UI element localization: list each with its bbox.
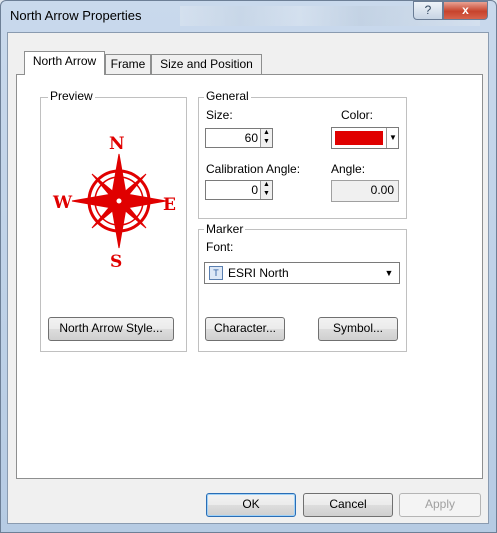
help-button[interactable]: ? — [413, 1, 443, 20]
general-group-label: General — [204, 89, 251, 103]
compass-s-label: S — [110, 252, 123, 272]
calibration-angle-spinner[interactable]: 0 ▲ ▼ — [205, 180, 273, 200]
spin-up-icon[interactable]: ▲ — [260, 181, 272, 190]
size-value: 60 — [244, 131, 258, 145]
color-label: Color: — [341, 108, 374, 122]
compass-n-label: N — [109, 134, 125, 154]
spin-down-icon[interactable]: ▼ — [260, 138, 272, 147]
angle-label: Angle: — [331, 162, 366, 176]
color-swatch — [335, 131, 383, 145]
color-picker[interactable]: ▼ — [331, 127, 399, 149]
marker-group-label: Marker — [204, 222, 246, 236]
font-select-value: ESRI North — [228, 266, 289, 280]
chevron-down-icon[interactable]: ▼ — [386, 128, 399, 148]
font-type-icon: T — [209, 266, 223, 280]
tab-north-arrow[interactable]: North Arrow — [24, 51, 105, 75]
tab-size-and-position[interactable]: Size and Position — [151, 54, 262, 74]
symbol-button[interactable]: Symbol... — [318, 317, 398, 341]
angle-field: 0.00 — [331, 180, 399, 202]
chevron-down-icon[interactable]: ▼ — [381, 265, 397, 281]
spin-up-icon[interactable]: ▲ — [260, 129, 272, 138]
calibration-angle-label: Calibration Angle: — [206, 162, 301, 176]
apply-button[interactable]: Apply — [399, 493, 481, 517]
close-button[interactable]: x — [443, 1, 488, 20]
font-label: Font: — [206, 240, 234, 254]
ok-button[interactable]: OK — [206, 493, 296, 517]
north-arrow-style-button[interactable]: North Arrow Style... — [48, 317, 174, 341]
title-bar[interactable]: North Arrow Properties ? x — [0, 0, 495, 30]
size-label: Size: — [206, 108, 233, 122]
spin-down-icon[interactable]: ▼ — [260, 190, 272, 199]
tab-frame[interactable]: Frame — [105, 54, 151, 74]
compass-w-label: W — [53, 193, 73, 213]
calibration-angle-value: 0 — [251, 183, 258, 197]
character-button[interactable]: Character... — [205, 317, 285, 341]
font-select[interactable]: T ESRI North ▼ — [204, 262, 400, 284]
compass-e-label: E — [163, 195, 176, 215]
size-spinner[interactable]: 60 ▲ ▼ — [205, 128, 273, 148]
window-title: North Arrow Properties — [10, 8, 142, 23]
preview-group-label: Preview — [48, 89, 95, 103]
cancel-button[interactable]: Cancel — [303, 493, 393, 517]
